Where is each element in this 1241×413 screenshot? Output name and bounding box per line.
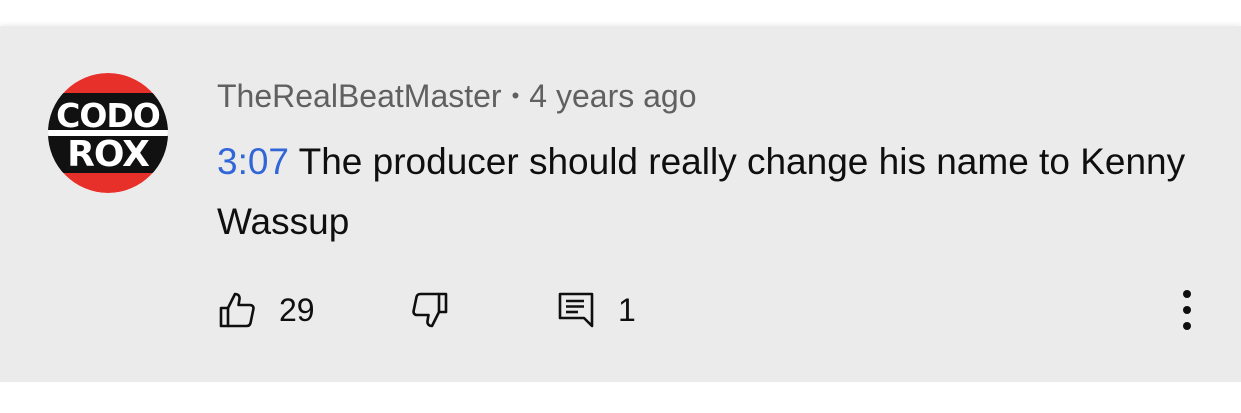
avatar-text-line1: CODO — [56, 96, 160, 135]
more-vert-icon — [1183, 290, 1191, 330]
comment-body: The producer should really change his na… — [217, 141, 1186, 242]
like-button[interactable]: 29 — [217, 284, 315, 336]
reply-button[interactable]: 1 — [556, 284, 636, 336]
screen: CODO ROX TheRealBeatMaster • 4 years ago 3… — [0, 0, 1241, 413]
dislike-button[interactable] — [410, 284, 450, 336]
avatar[interactable]: CODO ROX — [48, 73, 168, 193]
like-count: 29 — [279, 291, 315, 328]
thumb-up-icon — [219, 292, 255, 328]
reply-icon — [558, 292, 594, 328]
reply-count: 1 — [618, 291, 636, 328]
comment-actions: 29 1 — [0, 284, 1241, 336]
comment-meta: TheRealBeatMaster • 4 years ago — [217, 76, 697, 116]
posted-time[interactable]: 4 years ago — [529, 78, 696, 114]
avatar-logo-icon: CODO ROX — [48, 73, 168, 193]
author-name[interactable]: TheRealBeatMaster — [217, 78, 502, 114]
comment-card: CODO ROX TheRealBeatMaster • 4 years ago 3… — [0, 26, 1241, 382]
comment-text: 3:07 The producer should really change h… — [217, 132, 1207, 252]
more-options-button[interactable] — [1170, 288, 1204, 332]
timestamp-link[interactable]: 3:07 — [217, 141, 289, 182]
thumb-down-icon — [412, 292, 448, 328]
meta-separator: • — [511, 83, 520, 108]
avatar-text-line2: ROX — [67, 134, 150, 175]
